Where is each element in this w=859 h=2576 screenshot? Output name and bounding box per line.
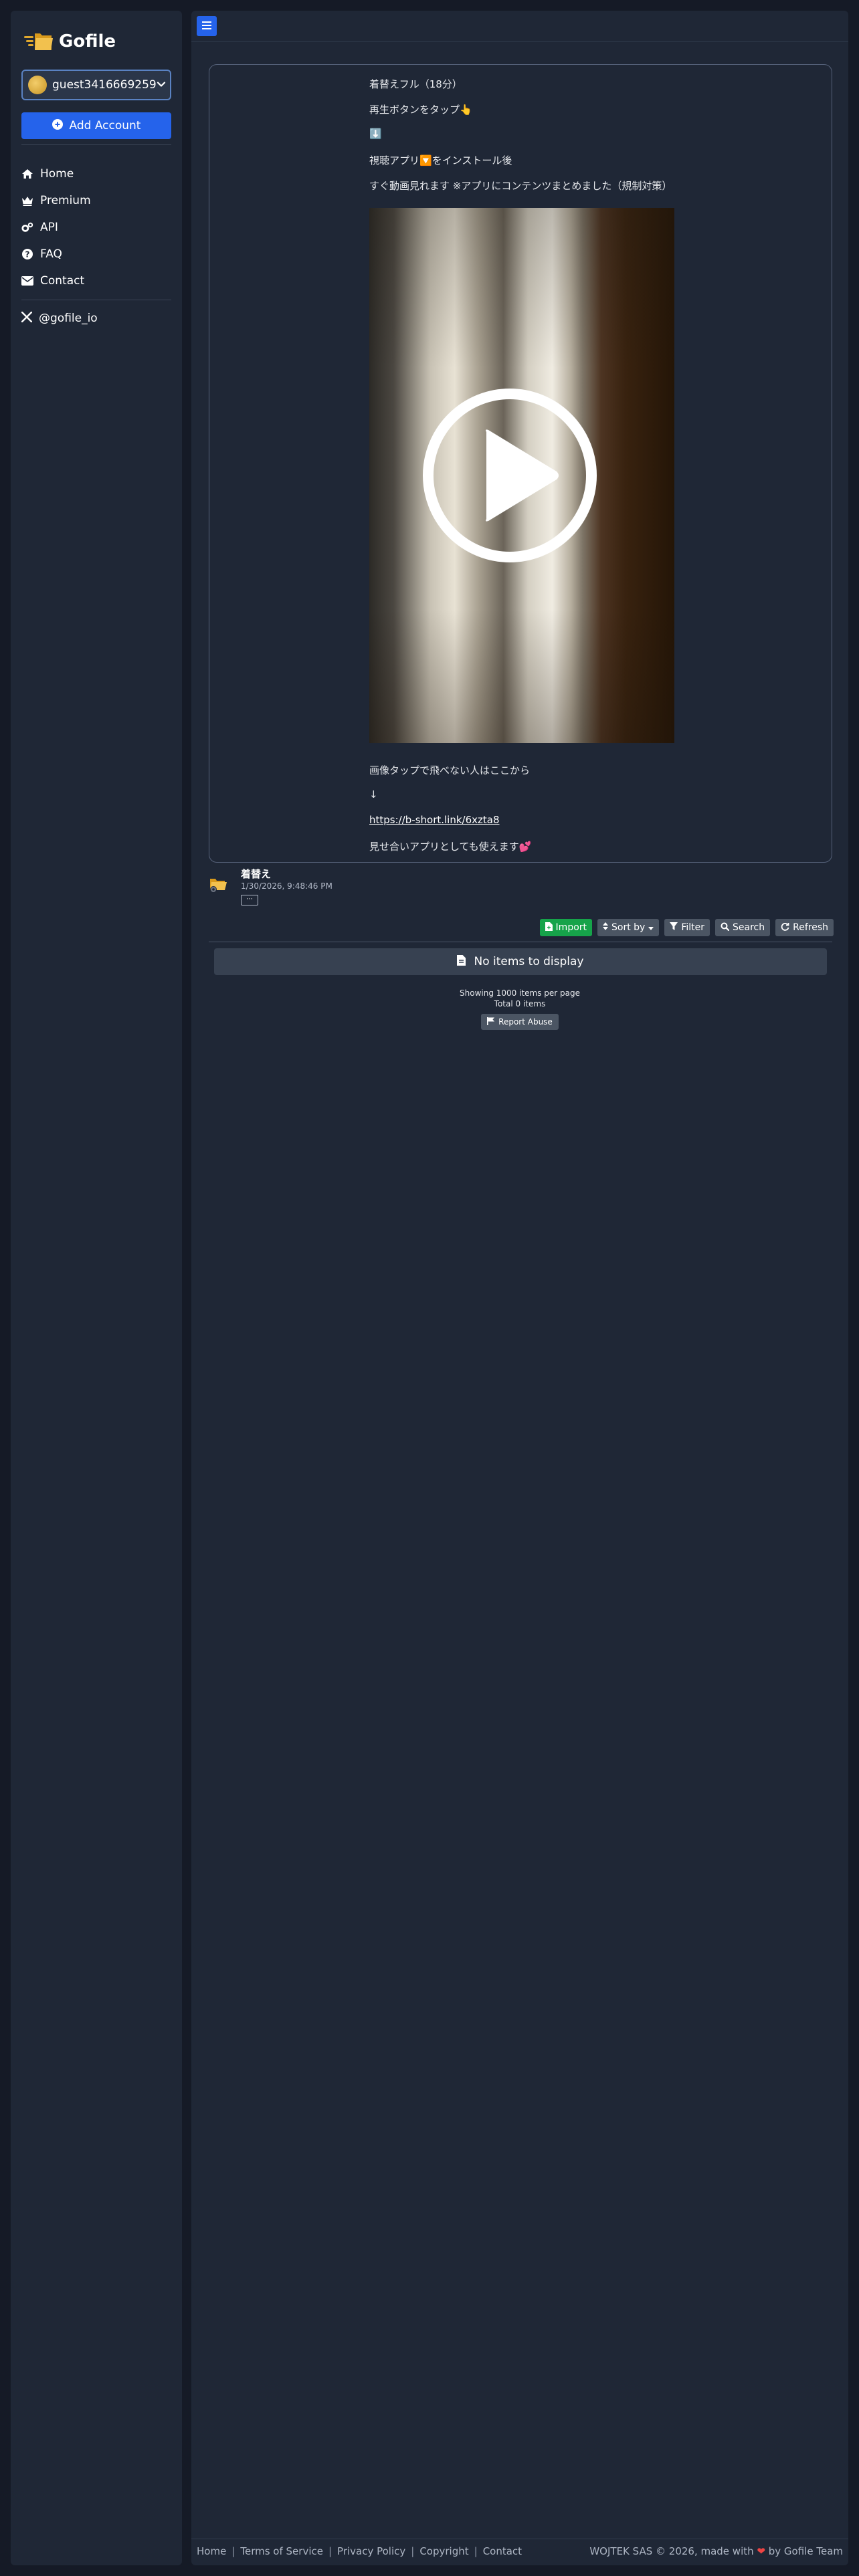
report-abuse-button[interactable]: Report Abuse	[481, 1014, 559, 1030]
report-abuse-label: Report Abuse	[498, 1017, 553, 1027]
footer-link-home[interactable]: Home	[197, 2545, 226, 2557]
menu-toggle-button[interactable]	[197, 16, 217, 36]
footer-link-copyright[interactable]: Copyright	[419, 2545, 468, 2557]
sidebar-item-label: Premium	[40, 194, 91, 207]
account-select[interactable]: guest3416669259	[21, 70, 171, 100]
refresh-button[interactable]: Refresh	[775, 919, 834, 936]
social-link-label: @gofile_io	[39, 312, 98, 325]
copyright-suffix: by Gofile Team	[768, 2545, 843, 2557]
question-circle-icon: ?	[21, 248, 33, 260]
search-button[interactable]: Search	[715, 919, 771, 936]
more-options-button[interactable]: ⋯	[241, 895, 258, 905]
sidebar-divider	[21, 144, 171, 145]
footer-separator: |	[328, 2545, 332, 2557]
heart-icon: ❤	[757, 2545, 765, 2557]
sort-by-label: Sort by	[611, 922, 646, 933]
folder-date: 1/30/2026, 9:48:46 PM	[241, 881, 332, 891]
svg-text:?: ?	[25, 250, 30, 259]
flag-icon	[487, 1016, 495, 1027]
sidebar-nav: Home Premium API ? FAQ Contact	[21, 160, 171, 294]
hamburger-icon	[201, 20, 212, 33]
description-line: 視聴アプリ🔽をインストール後	[369, 154, 512, 167]
sort-by-button[interactable]: Sort by	[597, 919, 660, 936]
footer-links: Home | Terms of Service | Privacy Policy…	[197, 2545, 522, 2557]
add-account-button[interactable]: Add Account	[21, 112, 171, 139]
description-line: 再生ボタンをタップ👆	[369, 104, 472, 116]
empty-message: No items to display	[474, 955, 584, 968]
play-icon	[486, 429, 559, 522]
sidebar-item-contact[interactable]: Contact	[21, 267, 171, 294]
file-icon	[457, 954, 466, 969]
refresh-icon	[781, 922, 789, 934]
search-label: Search	[733, 922, 765, 933]
folder-icon	[209, 875, 227, 893]
plus-circle-icon	[52, 118, 63, 133]
logo[interactable]: Gofile	[24, 25, 116, 58]
sidebar-item-label: FAQ	[40, 247, 62, 261]
footer-link-privacy[interactable]: Privacy Policy	[337, 2545, 405, 2557]
sidebar-item-home[interactable]: Home	[21, 160, 171, 187]
file-import-icon	[545, 922, 553, 934]
envelope-icon	[21, 275, 33, 287]
account-name: guest3416669259	[52, 78, 157, 92]
sidebar: Gofile guest3416669259 Add Account Home …	[11, 11, 182, 2565]
caret-down-icon	[648, 922, 654, 933]
main-panel: 着替えフル（18分） 再生ボタンをタップ👆 ⬇️ 視聴アプリ🔽をインストール後 …	[191, 11, 848, 2565]
import-button[interactable]: Import	[539, 919, 593, 936]
footer-link-terms[interactable]: Terms of Service	[240, 2545, 323, 2557]
sidebar-item-label: API	[40, 221, 58, 234]
app-name: Gofile	[59, 31, 116, 51]
sidebar-item-label: Contact	[40, 274, 85, 288]
video-thumbnail[interactable]	[369, 208, 674, 743]
description-line: ↓	[369, 788, 378, 800]
sort-icon	[603, 922, 609, 933]
description-line: すぐ動画見れます ※アプリにコンテンツまとめました（規制対策）	[369, 180, 672, 192]
crown-icon	[21, 195, 33, 207]
empty-file-list: No items to display	[214, 948, 827, 975]
sidebar-item-faq[interactable]: ? FAQ	[21, 241, 171, 267]
folder-description-card: 着替えフル（18分） 再生ボタンをタップ👆 ⬇️ 視聴アプリ🔽をインストール後 …	[209, 64, 832, 863]
short-link[interactable]: https://b-short.link/6xzta8	[369, 814, 500, 826]
file-toolbar: Import Sort by Filter Search Refresh	[539, 919, 834, 936]
gofile-logo-icon	[24, 29, 54, 53]
description-line: 見せ合いアプリとしても使えます💕	[369, 841, 532, 853]
sidebar-item-api[interactable]: API	[21, 214, 171, 241]
folder-title: 着替え	[241, 868, 272, 880]
sidebar-item-label: Home	[40, 167, 74, 181]
social-link-x[interactable]: @gofile_io	[21, 305, 98, 332]
x-logo-icon	[21, 311, 33, 326]
home-icon	[21, 168, 33, 180]
description-line: 着替えフル（18分）	[369, 78, 462, 90]
footer-separator: |	[231, 2545, 235, 2557]
add-account-label: Add Account	[69, 119, 141, 132]
description-line: ⬇️	[369, 128, 382, 140]
filter-icon	[670, 922, 678, 933]
total-items-text: Total 0 items	[494, 999, 546, 1008]
header-divider	[191, 41, 848, 42]
gears-icon	[21, 221, 33, 233]
refresh-label: Refresh	[793, 922, 828, 933]
filter-button[interactable]: Filter	[664, 919, 710, 936]
description-line: 画像タップで飛べない人はここから	[369, 764, 531, 776]
avatar	[28, 76, 47, 94]
footer-separator: |	[411, 2545, 415, 2557]
footer-copyright: WOJTEK SAS © 2026, made with ❤ by Gofile…	[589, 2545, 843, 2557]
search-icon	[721, 922, 730, 934]
items-per-page-text: Showing 1000 items per page	[460, 988, 580, 998]
import-label: Import	[555, 922, 587, 933]
copyright-prefix: WOJTEK SAS © 2026, made with	[589, 2545, 754, 2557]
chevron-down-icon	[157, 79, 166, 92]
footer-link-contact[interactable]: Contact	[483, 2545, 522, 2557]
filter-label: Filter	[681, 922, 705, 933]
footer-separator: |	[474, 2545, 478, 2557]
sidebar-item-premium[interactable]: Premium	[21, 187, 171, 214]
